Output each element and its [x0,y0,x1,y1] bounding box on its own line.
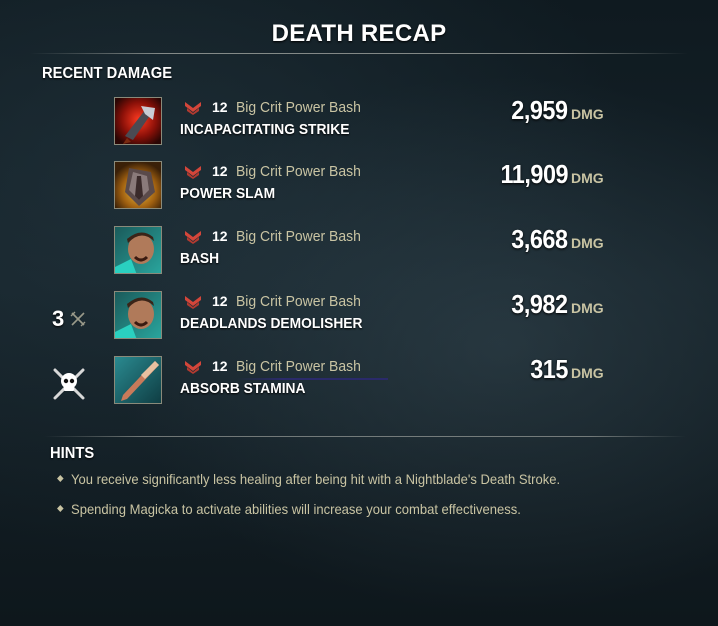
ability-name: ABSORB STAMINA [180,380,306,397]
hint-item: You receive significantly less healing a… [57,471,561,487]
damage-unit: DMG [571,106,604,122]
attacker-name: Big Crit Power Bash [236,99,361,116]
ability-name: BASH [180,250,220,267]
veteran-rank-icon [185,231,201,244]
ability-name: DEADLANDS DEMOLISHER [180,315,363,332]
damage-value: 3,668 [511,224,569,254]
enemy-level: 12 [212,228,228,244]
source-underline [236,378,388,380]
absorb-stamina-icon [114,356,162,404]
attack-row: 12 Big Crit Power Bash POWER SLAM 11,909… [0,159,718,221]
attacker-name: Big Crit Power Bash [236,228,361,245]
death-recap-title: DEATH RECAP [271,20,447,47]
enemy-level: 12 [212,163,228,179]
attacker-name: Big Crit Power Bash [236,163,361,180]
damage-unit: DMG [571,170,604,186]
deadlands-demolisher-icon [114,291,162,339]
skull-crossbones-icon [53,368,85,400]
veteran-rank-icon [185,166,201,179]
damage-value: 11,909 [500,159,568,189]
incapacitating-strike-icon [114,97,162,145]
killing-blow-marker [52,364,102,404]
veteran-rank-icon [185,361,201,374]
hit-count: 3 [52,299,102,339]
attack-row: 12 Big Crit Power Bash ABSORB STAMINA 31… [0,354,718,416]
recent-damage-label: RECENT DAMAGE [42,65,173,82]
damage-value: 2,959 [511,95,569,125]
ability-name: POWER SLAM [180,185,276,202]
ability-name: INCAPACITATING STRIKE [180,121,350,138]
damage-unit: DMG [571,235,604,251]
hint-text: Spending Magicka to activate abilities w… [71,501,521,517]
hints-label: HINTS [50,445,95,462]
title-divider [30,53,688,54]
enemy-level: 12 [212,358,228,374]
damage-value: 315 [530,354,568,384]
veteran-rank-icon [185,296,201,309]
enemy-level: 12 [212,99,228,115]
damage-unit: DMG [571,300,604,316]
attack-row: 12 Big Crit Power Bash INCAPACITATING ST… [0,95,718,157]
attacker-name: Big Crit Power Bash [236,293,361,310]
bullet-icon [57,474,64,482]
hint-item: Spending Magicka to activate abilities w… [57,501,521,517]
power-slam-icon [114,161,162,209]
damage-value: 3,982 [511,289,569,319]
hint-text: You receive significantly less healing a… [71,471,561,487]
hit-count-value: 3 [52,306,65,331]
attacker-name: Big Crit Power Bash [236,358,361,375]
hints-divider [44,436,686,437]
attack-row: 3 12 Big Crit Power Bash DEADLANDS DEMOL… [0,289,718,351]
bullet-icon [57,504,64,512]
bash-icon [114,226,162,274]
veteran-rank-icon [185,102,201,115]
enemy-level: 12 [212,293,228,309]
damage-unit: DMG [571,365,604,381]
crossed-swords-icon [70,311,86,327]
attack-row: 12 Big Crit Power Bash BASH 3,668 DMG [0,224,718,286]
